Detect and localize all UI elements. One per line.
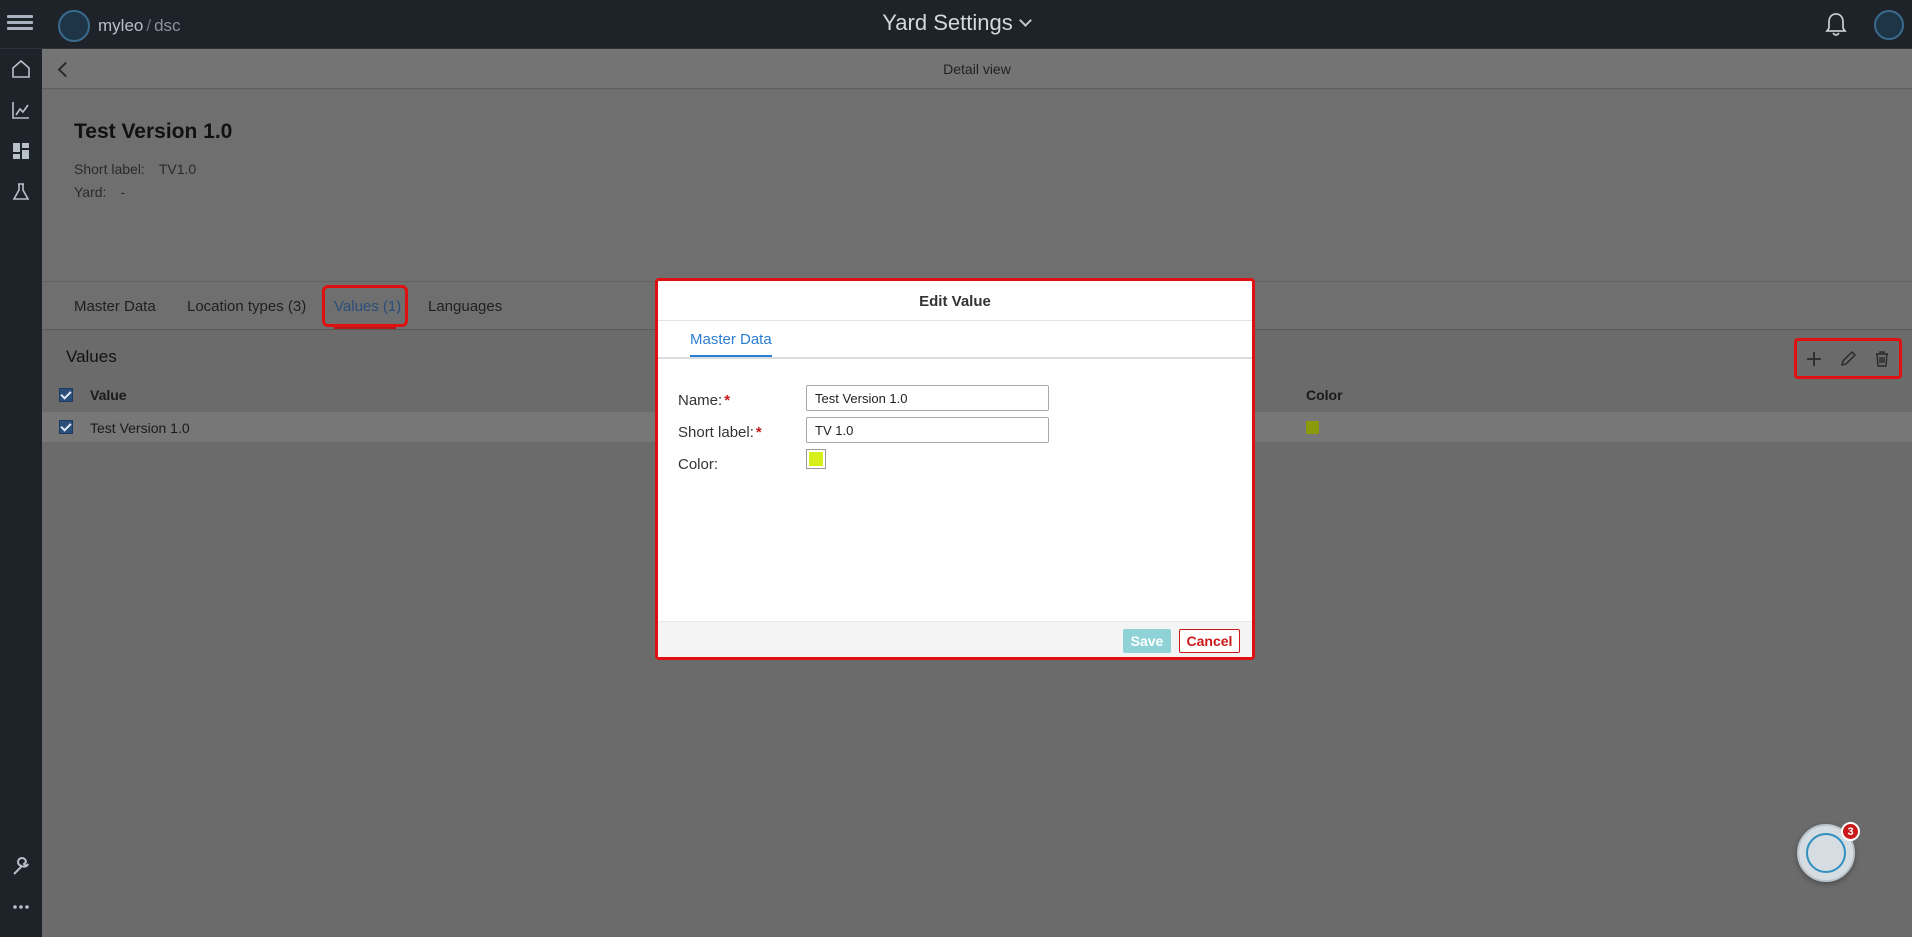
record-title: Test Version 1.0 [74,120,233,143]
meta-yard: Yard: - [74,184,125,200]
brand[interactable]: myleo / dsc [58,10,181,42]
brand-name: myleo [98,16,144,35]
pencil-icon[interactable] [1837,348,1859,370]
short-label-label: Short label: * [678,424,762,441]
hamburger-icon[interactable] [7,12,33,36]
color-picker-swatch [809,452,823,466]
save-button[interactable]: Save [1123,629,1171,653]
record-header: Test Version 1.0 Short label: TV1.0 Yard:… [42,90,1912,281]
tab-languages[interactable]: Languages [428,298,502,315]
assistant-icon [1806,833,1846,873]
meta-short-label: Short label: TV1.0 [74,161,196,177]
detail-title: Detail view [943,61,1011,77]
chart-icon[interactable] [8,97,34,123]
meta-yard-value: - [120,184,126,200]
row-color-swatch [1306,421,1319,434]
avatar-icon[interactable] [1874,10,1904,40]
short-label-input[interactable] [806,417,1049,443]
column-header-color: Color [1306,387,1343,403]
select-all-checkbox[interactable] [59,388,73,402]
name-label-text: Name: [678,392,723,409]
cancel-button[interactable]: Cancel [1179,629,1240,653]
meta-short-label-value: TV1.0 [158,161,197,177]
app-title: Yard Settings [882,10,1013,35]
dialog-tabs: Master Data [658,321,1252,359]
brand-separator: / [146,16,152,35]
values-title: Values [66,347,117,366]
dialog-footer: Save Cancel [658,621,1252,657]
brand-logo-icon [58,10,90,42]
dialog-tab-master-data[interactable]: Master Data [690,331,772,357]
required-mark: * [755,424,762,441]
meta-short-label-key: Short label: [74,161,145,177]
meta-yard-key: Yard: [74,184,107,200]
tab-location-types[interactable]: Location types (3) [187,298,306,315]
row-value: Test Version 1.0 [90,420,190,436]
tab-values-highlight [322,285,408,327]
color-picker[interactable] [806,449,826,469]
trash-icon[interactable] [1871,348,1893,370]
top-bar: myleo / dsc Yard Settings [0,0,1912,49]
more-dots-icon[interactable] [8,894,34,920]
brand-text: myleo / dsc [98,16,181,36]
chevron-down-icon [1018,13,1032,27]
left-sidebar [0,49,42,937]
required-mark: * [724,392,731,409]
values-toolbar [1794,338,1902,379]
dialog-title: Edit Value [658,281,1252,321]
row-checkbox[interactable] [59,420,73,434]
brand-suffix: dsc [154,16,181,35]
app-title-dropdown[interactable]: Yard Settings [882,10,1032,36]
color-label: Color: [678,456,719,473]
app-title-wrapper: Yard Settings [0,10,1912,36]
column-header-value: Value [90,387,127,403]
name-input[interactable] [806,385,1049,411]
short-label-label-text: Short label: [678,424,754,441]
name-label: Name: * [678,392,730,409]
home-icon[interactable] [8,56,34,82]
edit-value-dialog: Edit Value Master Data Name:* Short labe… [655,278,1255,660]
wrench-icon[interactable] [8,854,34,880]
notification-badge: 3 [1841,822,1860,841]
detail-bar: Detail view [42,49,1912,89]
bell-icon[interactable] [1824,12,1848,38]
plus-icon[interactable] [1803,348,1825,370]
flask-icon[interactable] [8,179,34,205]
tab-master-data[interactable]: Master Data [74,298,156,315]
dashboard-icon[interactable] [8,138,34,164]
